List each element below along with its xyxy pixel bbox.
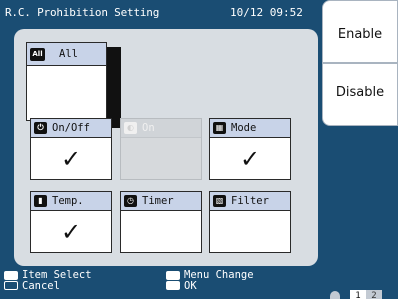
tile-onoff[interactable]: ⏻ On/Off ✓ bbox=[30, 118, 112, 180]
tile-label: Timer bbox=[142, 195, 174, 207]
thermometer-icon: ▮ bbox=[34, 195, 47, 207]
mode-icon: ▦ bbox=[213, 122, 226, 134]
filter-icon: ▧ bbox=[213, 195, 226, 207]
screen: R.C. Prohibition Setting 10/12 09:52 All… bbox=[0, 0, 398, 299]
tile-label: All bbox=[59, 48, 78, 60]
tile-header: ◐ On bbox=[121, 119, 201, 138]
menu-icon bbox=[166, 270, 180, 280]
tile-filter[interactable]: ▧ Filter bbox=[209, 191, 291, 253]
enable-button[interactable]: Enable bbox=[322, 0, 398, 63]
tile-timer[interactable]: ◷ Timer bbox=[120, 191, 202, 253]
page-current: 1 bbox=[350, 290, 366, 299]
tile-header: ▦ Mode bbox=[210, 119, 290, 138]
clock-display: 10/12 09:52 bbox=[230, 6, 303, 19]
tile-label: On bbox=[142, 122, 155, 134]
tile-header: ▧ Filter bbox=[210, 192, 290, 211]
tile-all[interactable]: All All bbox=[26, 42, 107, 121]
tile-header: All All bbox=[27, 43, 106, 66]
hint-label: OK bbox=[184, 280, 197, 291]
page-icon bbox=[330, 291, 340, 299]
left-right-arrows-icon bbox=[4, 270, 18, 280]
tile-header: ◷ Timer bbox=[121, 192, 201, 211]
power-icon: ⏻ bbox=[34, 122, 47, 134]
tile-on: ◐ On bbox=[120, 118, 202, 180]
disable-button[interactable]: Disable bbox=[322, 63, 398, 126]
tile-label: Temp. bbox=[52, 195, 84, 207]
clock-icon: ◷ bbox=[124, 195, 137, 207]
check-mark: ✓ bbox=[60, 145, 82, 173]
hint-cancel: Cancel bbox=[4, 280, 60, 291]
all-icon: All bbox=[30, 48, 45, 61]
on-icon: ◐ bbox=[124, 122, 137, 134]
tile-header: ⏻ On/Off bbox=[31, 119, 111, 138]
check-mark: ✓ bbox=[239, 145, 261, 173]
check-mark: ✓ bbox=[60, 218, 82, 246]
hint-label: Cancel bbox=[22, 280, 60, 291]
tile-label: On/Off bbox=[52, 122, 90, 134]
page-next: 2 bbox=[366, 290, 382, 299]
page-title: R.C. Prohibition Setting bbox=[5, 6, 160, 19]
enter-icon bbox=[166, 281, 180, 290]
tile-temp[interactable]: ▮ Temp. ✓ bbox=[30, 191, 112, 253]
tile-header: ▮ Temp. bbox=[31, 192, 111, 211]
header-bar: R.C. Prohibition Setting 10/12 09:52 bbox=[0, 0, 318, 28]
tile-label: Filter bbox=[231, 195, 269, 207]
hint-ok: OK bbox=[166, 280, 197, 291]
tile-label: Mode bbox=[231, 122, 257, 134]
tile-mode[interactable]: ▦ Mode ✓ bbox=[209, 118, 291, 180]
cancel-icon bbox=[4, 281, 18, 290]
page-indicator: 1 2 bbox=[350, 290, 382, 299]
